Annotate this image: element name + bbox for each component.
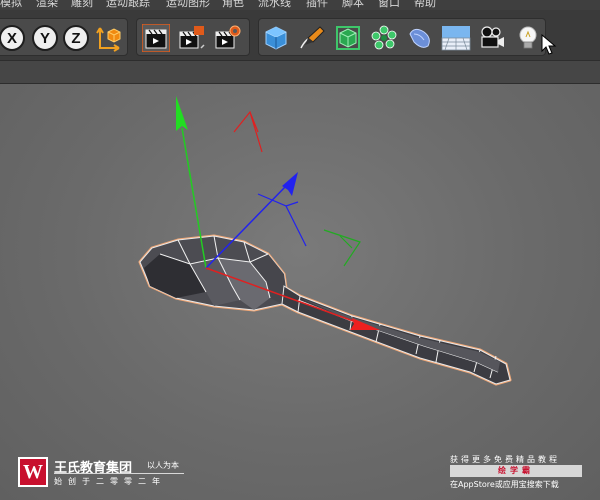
mouse-cursor-icon <box>541 34 557 55</box>
z-axis-arrow[interactable] <box>282 172 298 196</box>
menu-plugins[interactable]: 插件 <box>306 0 328 9</box>
menubar: 模拟 渲染 雕刻 运动跟踪 运动图形 角色 流水线 插件 脚本 窗口 帮助 <box>0 0 600 10</box>
viewport-header-bar <box>0 60 600 84</box>
cube-button[interactable] <box>261 23 291 53</box>
camera-icon <box>481 26 504 48</box>
menu-motion-tracking[interactable]: 运动跟踪 <box>106 0 150 9</box>
menu-sculpt[interactable]: 雕刻 <box>71 0 93 9</box>
subdivision-surface-button[interactable] <box>333 23 363 53</box>
rotation-handle-green[interactable] <box>323 229 361 267</box>
logo-divider <box>54 473 184 474</box>
viewport-scene <box>138 96 512 386</box>
object-toolbar-group <box>258 18 546 56</box>
render-picture-viewer-button[interactable] <box>177 23 207 53</box>
render-settings-icon <box>215 25 241 49</box>
company-motto: 以人为本 <box>147 461 179 470</box>
menu-character[interactable]: 角色 <box>222 0 244 9</box>
render-view-icon <box>142 24 170 52</box>
toolbar: X Y Z <box>0 10 600 60</box>
deformer-button[interactable] <box>405 23 435 53</box>
render-picture-viewer-icon <box>179 26 205 49</box>
cloner-button[interactable] <box>369 23 399 53</box>
deformer-icon <box>409 28 430 48</box>
pen-spline-icon <box>300 26 325 49</box>
coordinate-system-icon <box>96 27 121 52</box>
menu-script[interactable]: 脚本 <box>342 0 364 9</box>
spoon-object[interactable] <box>138 234 512 386</box>
rotation-handle-red[interactable] <box>233 110 263 153</box>
z-axis-lock-icon: Z <box>63 25 89 51</box>
x-axis-lock-button[interactable]: X <box>0 23 27 53</box>
cloner-icon <box>371 25 397 50</box>
y-axis-lock-icon: Y <box>32 25 58 51</box>
render-toolbar-group <box>136 18 250 56</box>
light-button[interactable] <box>513 23 543 53</box>
menu-simulate[interactable]: 模拟 <box>0 0 22 9</box>
camera-button[interactable] <box>477 23 507 53</box>
light-icon <box>519 26 537 49</box>
promo-app-name: 绘学霸 <box>450 465 582 477</box>
promo-line3: 在AppStore或应用宝搜索下载 <box>450 480 559 489</box>
pen-spline-button[interactable] <box>297 23 327 53</box>
3d-viewport[interactable] <box>0 84 600 500</box>
y-axis-arrow[interactable] <box>176 96 188 131</box>
subdivision-surface-icon <box>336 26 360 50</box>
z-axis-lock-button[interactable]: Z <box>61 23 91 53</box>
render-view-button[interactable] <box>141 23 171 53</box>
floor-icon <box>441 26 471 51</box>
menu-window[interactable]: 窗口 <box>378 0 400 9</box>
menu-help[interactable]: 帮助 <box>414 0 436 9</box>
cube-icon <box>265 26 287 50</box>
rotation-handle-blue[interactable] <box>257 193 307 247</box>
company-founded: 始创于二零零二年 <box>54 477 166 486</box>
x-axis-lock-icon: X <box>0 25 25 51</box>
axis-toolbar-group: X Y Z <box>0 18 128 56</box>
menu-pipeline[interactable]: 流水线 <box>258 0 291 9</box>
menu-mograph[interactable]: 运动图形 <box>166 0 210 9</box>
y-axis-lock-button[interactable]: Y <box>30 23 60 53</box>
coordinate-system-button[interactable] <box>94 23 124 53</box>
floor-button[interactable] <box>441 23 471 53</box>
company-logo: W <box>18 457 48 487</box>
render-settings-button[interactable] <box>213 23 243 53</box>
promo-line1: 获得更多免费精品教程 <box>450 455 560 464</box>
menu-render[interactable]: 渲染 <box>36 0 58 9</box>
